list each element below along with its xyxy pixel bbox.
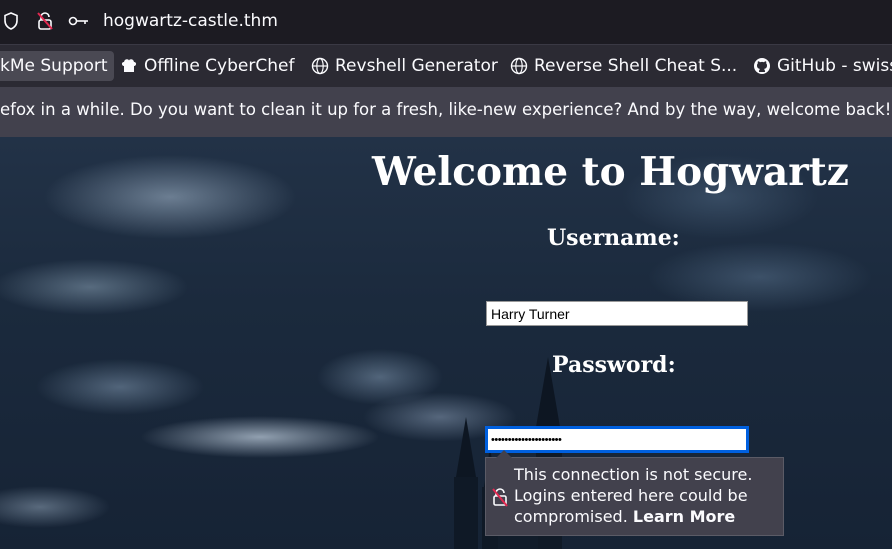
bookmark-label: kMe Support [0, 56, 108, 76]
bookmark-offline-cyberchef[interactable]: Offline CyberChef [114, 51, 300, 81]
bookmark-label: GitHub - swiss [777, 56, 892, 76]
bookmark-label: Offline CyberChef [144, 56, 295, 76]
notification-text: efox in a while. Do you want to clean it… [0, 100, 892, 119]
insecure-lock-icon[interactable] [34, 10, 56, 32]
bookmark-label: Reverse Shell Cheat S... [534, 56, 738, 76]
globe-icon [311, 57, 329, 75]
password-label: Password: [552, 352, 676, 378]
globe-icon [510, 57, 528, 75]
tooltip-arrow [496, 450, 512, 458]
bookmark-label: Revshell Generator [335, 56, 498, 76]
url-text[interactable]: hogwartz-castle.thm [103, 10, 278, 32]
refresh-notification-bar: efox in a while. Do you want to clean it… [0, 87, 892, 137]
password-input[interactable]: ••••••••••••••••••••• [486, 427, 748, 452]
page-title: Welcome to Hogwartz [372, 149, 849, 195]
bookmark-reverse-shell-cheat-sheet[interactable]: Reverse Shell Cheat S... [504, 51, 743, 81]
chef-hat-icon [121, 59, 137, 72]
bookmarks-toolbar: kMe Support Offline CyberChef Revshell G… [0, 44, 892, 87]
bookmark-support[interactable]: kMe Support [0, 51, 114, 81]
key-icon[interactable] [68, 10, 90, 32]
insecure-login-warning: This connection is not secure. Logins en… [485, 450, 784, 536]
learn-more-link[interactable]: Learn More [633, 507, 735, 526]
username-input[interactable]: Harry Turner [486, 301, 748, 326]
github-icon [754, 58, 770, 74]
insecure-lock-icon [492, 488, 508, 507]
bookmark-revshell-generator[interactable]: Revshell Generator [305, 51, 504, 81]
bookmark-github[interactable]: GitHub - swiss [747, 51, 892, 81]
url-bar: hogwartz-castle.thm [0, 0, 892, 44]
tooltip-message: This connection is not secure. Logins en… [514, 464, 776, 527]
shield-icon[interactable] [0, 10, 22, 32]
username-label: Username: [547, 225, 680, 251]
